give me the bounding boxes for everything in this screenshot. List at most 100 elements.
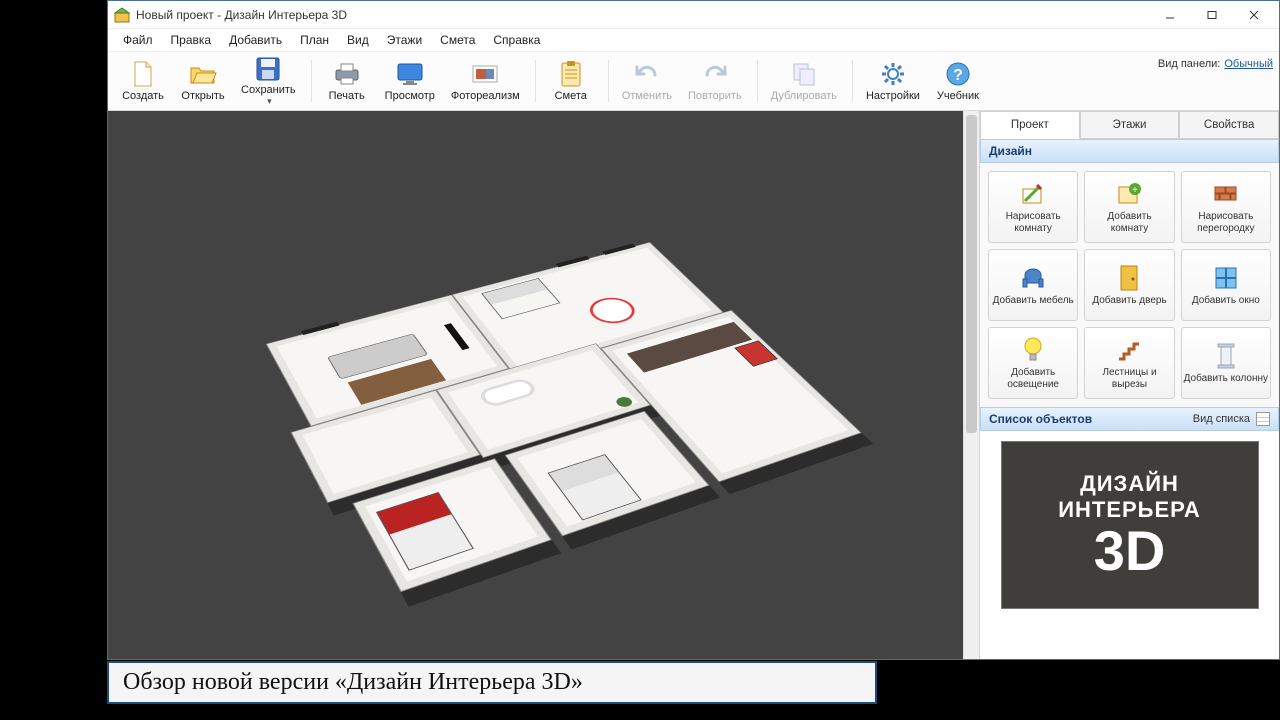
menu-edit[interactable]: Правка <box>162 31 221 49</box>
gear-icon <box>879 60 907 88</box>
save-label: Сохранить <box>241 84 296 96</box>
duplicate-button[interactable]: Дублировать <box>764 54 844 108</box>
armchair-icon <box>1018 264 1048 292</box>
preview-button[interactable]: Просмотр <box>378 54 442 108</box>
redo-button[interactable]: Повторить <box>681 54 749 108</box>
redo-icon <box>701 60 729 88</box>
logo-line1: ДИЗАЙН <box>1080 471 1179 497</box>
floorplan-scene <box>108 111 979 659</box>
btn-label: Добавить мебель <box>993 295 1074 307</box>
menu-estimate[interactable]: Смета <box>431 31 484 49</box>
column-icon <box>1211 342 1241 370</box>
svg-text:?: ? <box>953 67 963 84</box>
photoreal-button[interactable]: Фотореализм <box>444 54 527 108</box>
minimize-button[interactable] <box>1149 2 1191 28</box>
objects-title-text: Список объектов <box>989 412 1092 426</box>
design-title-text: Дизайн <box>989 144 1032 158</box>
folder-open-icon <box>189 60 217 88</box>
printer-icon <box>333 60 361 88</box>
open-button[interactable]: Открыть <box>174 54 232 108</box>
duplicate-label: Дублировать <box>771 90 837 102</box>
door-icon <box>1114 264 1144 292</box>
preview-label: Просмотр <box>385 90 435 102</box>
window-icon <box>1211 264 1241 292</box>
photoreal-label: Фотореализм <box>451 90 520 102</box>
menu-help[interactable]: Справка <box>484 31 549 49</box>
tab-properties[interactable]: Свойства <box>1179 111 1279 139</box>
toolbar-separator <box>608 60 609 102</box>
btn-label: Добавить окно <box>1192 295 1260 307</box>
menubar: Файл Правка Добавить План Вид Этажи Смет… <box>108 29 1279 51</box>
menu-add[interactable]: Добавить <box>220 31 291 49</box>
monitor-icon <box>396 60 424 88</box>
app-icon <box>114 7 130 23</box>
settings-label: Настройки <box>866 90 920 102</box>
design-panel-title: Дизайн <box>980 139 1279 163</box>
tab-floors[interactable]: Этажи <box>1080 111 1180 139</box>
tutorial-label: Учебник <box>937 90 979 102</box>
maximize-button[interactable] <box>1191 2 1233 28</box>
menu-view[interactable]: Вид <box>338 31 378 49</box>
window-title: Новый проект - Дизайн Интерьера 3D <box>136 8 1149 22</box>
btn-label: Добавить дверь <box>1092 295 1166 307</box>
tab-project[interactable]: Проект <box>980 111 1080 139</box>
toolbar-separator <box>311 60 312 102</box>
menu-file[interactable]: Файл <box>114 31 162 49</box>
undo-icon <box>633 60 661 88</box>
print-label: Печать <box>329 90 365 102</box>
add-room-icon: + <box>1114 180 1144 208</box>
list-view-icon[interactable] <box>1256 412 1270 426</box>
design-tools-grid: Нарисовать комнату + Добавить комнату На… <box>980 163 1279 407</box>
app-window: Новый проект - Дизайн Интерьера 3D Файл … <box>107 0 1280 660</box>
estimate-button[interactable]: Смета <box>542 54 600 108</box>
add-door-button[interactable]: Добавить дверь <box>1084 249 1174 321</box>
save-button[interactable]: Сохранить <box>234 54 303 108</box>
estimate-label: Смета <box>555 90 587 102</box>
add-stairs-button[interactable]: Лестницы и вырезы <box>1084 327 1174 399</box>
toolbar-separator <box>757 60 758 102</box>
open-label: Открыть <box>181 90 224 102</box>
btn-label: Добавить освещение <box>991 367 1075 391</box>
undo-button[interactable]: Отменить <box>615 54 679 108</box>
btn-label: Добавить комнату <box>1087 211 1171 235</box>
logo-line3: 3D <box>1094 523 1166 579</box>
draw-room-button[interactable]: Нарисовать комнату <box>988 171 1078 243</box>
undo-label: Отменить <box>622 90 672 102</box>
panel-mode-label: Вид панели: <box>1158 58 1220 70</box>
close-button[interactable] <box>1233 2 1275 28</box>
create-label: Создать <box>122 90 164 102</box>
list-view-label: Вид списка <box>1193 413 1250 425</box>
add-room-button[interactable]: + Добавить комнату <box>1084 171 1174 243</box>
svg-text:+: + <box>1133 185 1139 196</box>
panel-mode-link[interactable]: Обычный <box>1224 58 1273 70</box>
tutorial-button[interactable]: ? Учебник <box>929 54 987 108</box>
btn-label: Нарисовать перегородку <box>1184 211 1268 235</box>
add-column-button[interactable]: Добавить колонну <box>1181 327 1271 399</box>
menu-floors[interactable]: Этажи <box>378 31 431 49</box>
viewport-scrollbar[interactable] <box>963 111 979 659</box>
draw-wall-button[interactable]: Нарисовать перегородку <box>1181 171 1271 243</box>
btn-label: Добавить колонну <box>1184 373 1268 385</box>
clipboard-icon <box>557 60 585 88</box>
viewport-3d[interactable] <box>108 111 979 659</box>
btn-label: Лестницы и вырезы <box>1087 367 1171 391</box>
wall-icon <box>1211 180 1241 208</box>
stairs-icon <box>1114 336 1144 364</box>
btn-label: Нарисовать комнату <box>991 211 1075 235</box>
video-caption: Обзор новой версии «Дизайн Интерьера 3D» <box>107 661 877 704</box>
help-icon: ? <box>944 60 972 88</box>
settings-button[interactable]: Настройки <box>859 54 927 108</box>
print-button[interactable]: Печать <box>318 54 376 108</box>
titlebar: Новый проект - Дизайн Интерьера 3D <box>108 1 1279 29</box>
toolbar-separator <box>535 60 536 102</box>
side-panel: Проект Этажи Свойства Дизайн Нарисовать … <box>979 111 1279 659</box>
create-button[interactable]: Создать <box>114 54 172 108</box>
lightbulb-icon <box>1018 336 1048 364</box>
menu-plan[interactable]: План <box>291 31 338 49</box>
add-furniture-button[interactable]: Добавить мебель <box>988 249 1078 321</box>
photoreal-icon <box>471 60 499 88</box>
promo-logo: ДИЗАЙН ИНТЕРЬЕРА 3D <box>1001 441 1259 609</box>
add-light-button[interactable]: Добавить освещение <box>988 327 1078 399</box>
duplicate-icon <box>790 60 818 88</box>
add-window-button[interactable]: Добавить окно <box>1181 249 1271 321</box>
